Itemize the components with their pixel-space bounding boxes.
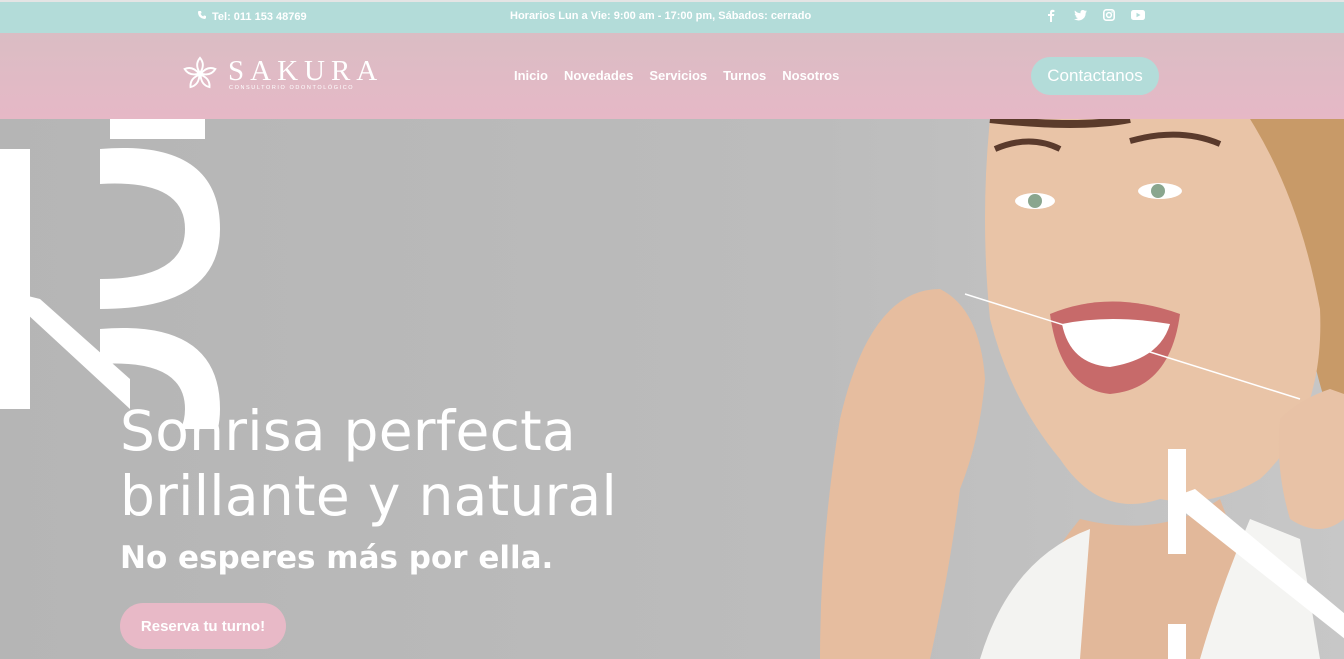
social-links [1044, 8, 1145, 22]
youtube-icon[interactable] [1131, 8, 1145, 22]
main-nav: Inicio Novedades Servicios Turnos Nosotr… [514, 68, 839, 83]
nav-turnos[interactable]: Turnos [723, 68, 766, 83]
twitter-icon[interactable] [1073, 8, 1087, 22]
facebook-icon[interactable] [1044, 8, 1058, 22]
hero-subheadline: No esperes más por ella. [120, 540, 554, 576]
decorative-letter-right [1168, 449, 1344, 659]
hero-headline-line2: brillante y natural [120, 464, 618, 528]
nav-servicios[interactable]: Servicios [649, 68, 707, 83]
phone-contact[interactable]: Tel: 011 153 48769 [197, 10, 307, 23]
nav-novedades[interactable]: Novedades [564, 68, 633, 83]
brand-name: SAKURA [228, 55, 384, 87]
contact-button[interactable]: Contactanos [1031, 57, 1159, 95]
brand-tagline: CONSULTORIO ODONTOLÓGICO [229, 85, 355, 91]
decorative-letters-left [0, 119, 220, 429]
hero-headline-line1: Sonrisa perfecta [120, 399, 577, 463]
instagram-icon[interactable] [1102, 8, 1116, 22]
top-info-bar: Tel: 011 153 48769 Horarios Lun a Vie: 9… [0, 0, 1344, 33]
nav-nosotros[interactable]: Nosotros [782, 68, 839, 83]
sakura-flower-icon [183, 56, 217, 89]
phone-icon [197, 10, 207, 23]
book-appointment-button[interactable]: Reserva tu turno! [120, 603, 286, 649]
nav-inicio[interactable]: Inicio [514, 68, 548, 83]
opening-hours: Horarios Lun a Vie: 9:00 am - 17:00 pm, … [510, 10, 812, 22]
main-header: SAKURA CONSULTORIO ODONTOLÓGICO Inicio N… [0, 33, 1344, 119]
phone-text: Tel: 011 153 48769 [212, 10, 307, 23]
hero-section: Sonrisa perfecta brillante y natural No … [0, 119, 1344, 659]
hero-headline: Sonrisa perfecta brillante y natural [120, 399, 617, 529]
